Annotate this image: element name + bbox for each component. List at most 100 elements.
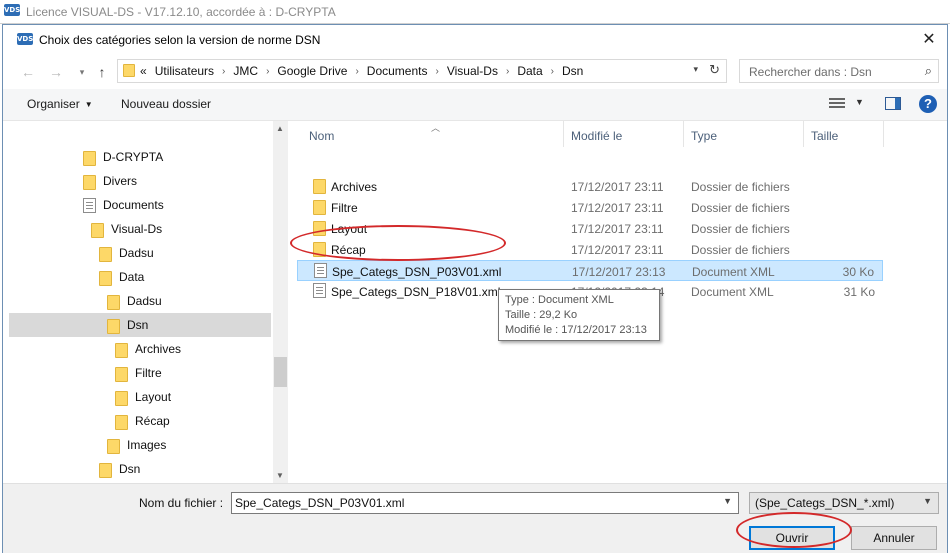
folder-icon [123,64,135,77]
file-modified: 17/12/2017 23:11 [571,222,664,236]
column-header-size[interactable]: Taille [811,121,838,147]
search-input[interactable]: Rechercher dans : Dsn ⌕ [739,59,939,83]
change-view-icon[interactable] [829,98,845,111]
address-history-dropdown-icon[interactable]: ▾ [693,64,698,75]
organize-button[interactable]: Organiser ▼ [27,97,93,111]
tree-item[interactable]: Images [9,433,271,457]
scroll-up-icon[interactable]: ▲ [276,124,284,133]
new-folder-button[interactable]: Nouveau dossier [121,97,211,111]
breadcrumb-item[interactable]: Dsn [562,64,583,78]
tree-item-label: Filtre [135,366,162,380]
tree-item[interactable]: D-CRYPTA [9,145,271,169]
breadcrumb-item[interactable]: Google Drive [277,64,347,78]
preview-pane-icon[interactable] [885,97,901,110]
file-size: 31 Ko [843,285,875,299]
folder-icon [115,391,128,406]
dialog-app-icon: VDS [17,33,34,45]
dialog-title: Choix des catégories selon la version de… [39,33,321,47]
tree-item[interactable]: Divers [9,169,271,193]
open-file-dialog: VDS Choix des catégories selon la versio… [2,24,948,553]
folder-icon [99,247,112,262]
tree-item[interactable]: Dadsu [9,289,271,313]
tree-item[interactable]: Récap [9,409,271,433]
column-divider[interactable] [803,121,804,147]
filename-input[interactable]: Spe_Categs_DSN_P03V01.xml ▼ [231,492,739,514]
document-icon [83,198,96,213]
recent-locations-chevron-icon[interactable]: ▾ [73,63,91,81]
breadcrumb-item[interactable]: Documents [367,64,428,78]
tree-item[interactable]: Dadsu [9,241,271,265]
breadcrumb-separator-icon[interactable]: › [551,66,554,77]
column-header-modified[interactable]: Modifié le [571,121,622,147]
breadcrumb-separator-icon[interactable]: › [435,66,438,77]
folder-icon [313,200,326,215]
view-options-chevron-icon[interactable]: ▼ [855,97,864,107]
column-divider[interactable] [563,121,564,147]
refresh-icon[interactable]: ↻ [709,62,720,78]
file-row[interactable]: Filtre 17/12/2017 23:11 Dossier de fichier… [297,197,883,218]
tree-item-label: Dadsu [119,246,154,260]
file-modified: 17/12/2017 23:11 [571,201,664,215]
xml-file-icon [313,283,326,298]
folder-icon [99,463,112,478]
tree-item[interactable]: Filtre [9,361,271,385]
close-icon[interactable]: ✕ [919,30,939,50]
highlight-ellipse-open-button [736,512,852,548]
help-icon[interactable]: ? [919,95,937,113]
file-row[interactable]: Archives 17/12/2017 23:11 Dossier de fichi… [297,176,883,197]
search-icon[interactable]: ⌕ [925,63,932,79]
file-modified: 17/12/2017 23:11 [571,243,664,257]
tree-item[interactable]: Dsn [9,313,271,337]
breadcrumb-item[interactable]: JMC [233,64,258,78]
tree-item-label: Divers [103,174,138,188]
cancel-button[interactable]: Annuler [851,526,937,550]
breadcrumb-separator-icon[interactable]: › [506,66,509,77]
chevron-down-icon: ▼ [84,100,93,109]
filename-label: Nom du fichier : [139,496,224,510]
tree-item[interactable]: Documents [9,193,271,217]
parent-window-titlebar: VDS Licence VISUAL-DS - V17.12.10, accor… [0,0,950,24]
folder-icon [107,319,120,334]
column-divider[interactable] [683,121,684,147]
tree-item-label: Récap [135,414,170,428]
breadcrumb-separator-icon[interactable]: › [355,66,358,77]
scroll-down-icon[interactable]: ▼ [276,471,284,480]
sort-ascending-icon: ︿ [431,123,441,133]
file-name: Archives [331,180,378,194]
tree-item[interactable]: Dsn [9,457,271,481]
tree-item[interactable]: Layout [9,385,271,409]
column-header-name[interactable]: Nom [309,121,334,147]
file-type: Dossier de fichiers [691,222,790,236]
file-name: Filtre [331,201,358,215]
file-row[interactable]: Spe_Categs_DSN_P03V01.xml 17/12/2017 23:1… [297,260,883,281]
dialog-titlebar: VDS Choix des catégories selon la versio… [3,25,947,55]
search-placeholder: Rechercher dans : Dsn [749,65,872,79]
breadcrumb-item[interactable]: Data [517,64,542,78]
tooltip-type: Type : Document XML [505,294,614,306]
tree-item[interactable]: Visual-Ds [9,217,271,241]
up-arrow-icon[interactable]: ↑ [93,63,111,81]
file-type: Document XML [692,265,775,279]
tree-item[interactable]: Data [9,265,271,289]
tree-item-label: Images [127,438,167,452]
file-info-tooltip: Type : Document XML Taille : 29,2 Ko Mod… [498,289,660,341]
filename-history-dropdown-icon[interactable]: ▼ [723,496,732,506]
folder-icon [115,343,128,358]
file-type-filter-select[interactable]: (Spe_Categs_DSN_*.xml) ▼ [749,492,939,514]
breadcrumb-item[interactable]: Visual-Ds [447,64,498,78]
breadcrumb-overflow[interactable]: « [140,64,147,78]
breadcrumb-separator-icon[interactable]: › [266,66,269,77]
column-header-type[interactable]: Type [691,121,717,147]
chevron-down-icon: ▼ [923,496,932,506]
back-arrow-icon[interactable]: ← [19,63,37,81]
column-divider[interactable] [883,121,884,147]
breadcrumb-separator-icon[interactable]: › [222,66,225,77]
breadcrumb: « Utilisateurs › JMC › Google Drive › Document… [140,60,583,82]
tree-scrollbar[interactable]: ▲ ▼ [273,121,288,483]
breadcrumb-item[interactable]: Utilisateurs [155,64,214,78]
address-bar[interactable]: « Utilisateurs › JMC › Google Drive › Document… [117,59,727,83]
forward-arrow-icon[interactable]: → [47,63,65,81]
file-type: Dossier de fichiers [691,201,790,215]
tree-item[interactable]: Archives [9,337,271,361]
scrollbar-thumb[interactable] [274,357,287,387]
